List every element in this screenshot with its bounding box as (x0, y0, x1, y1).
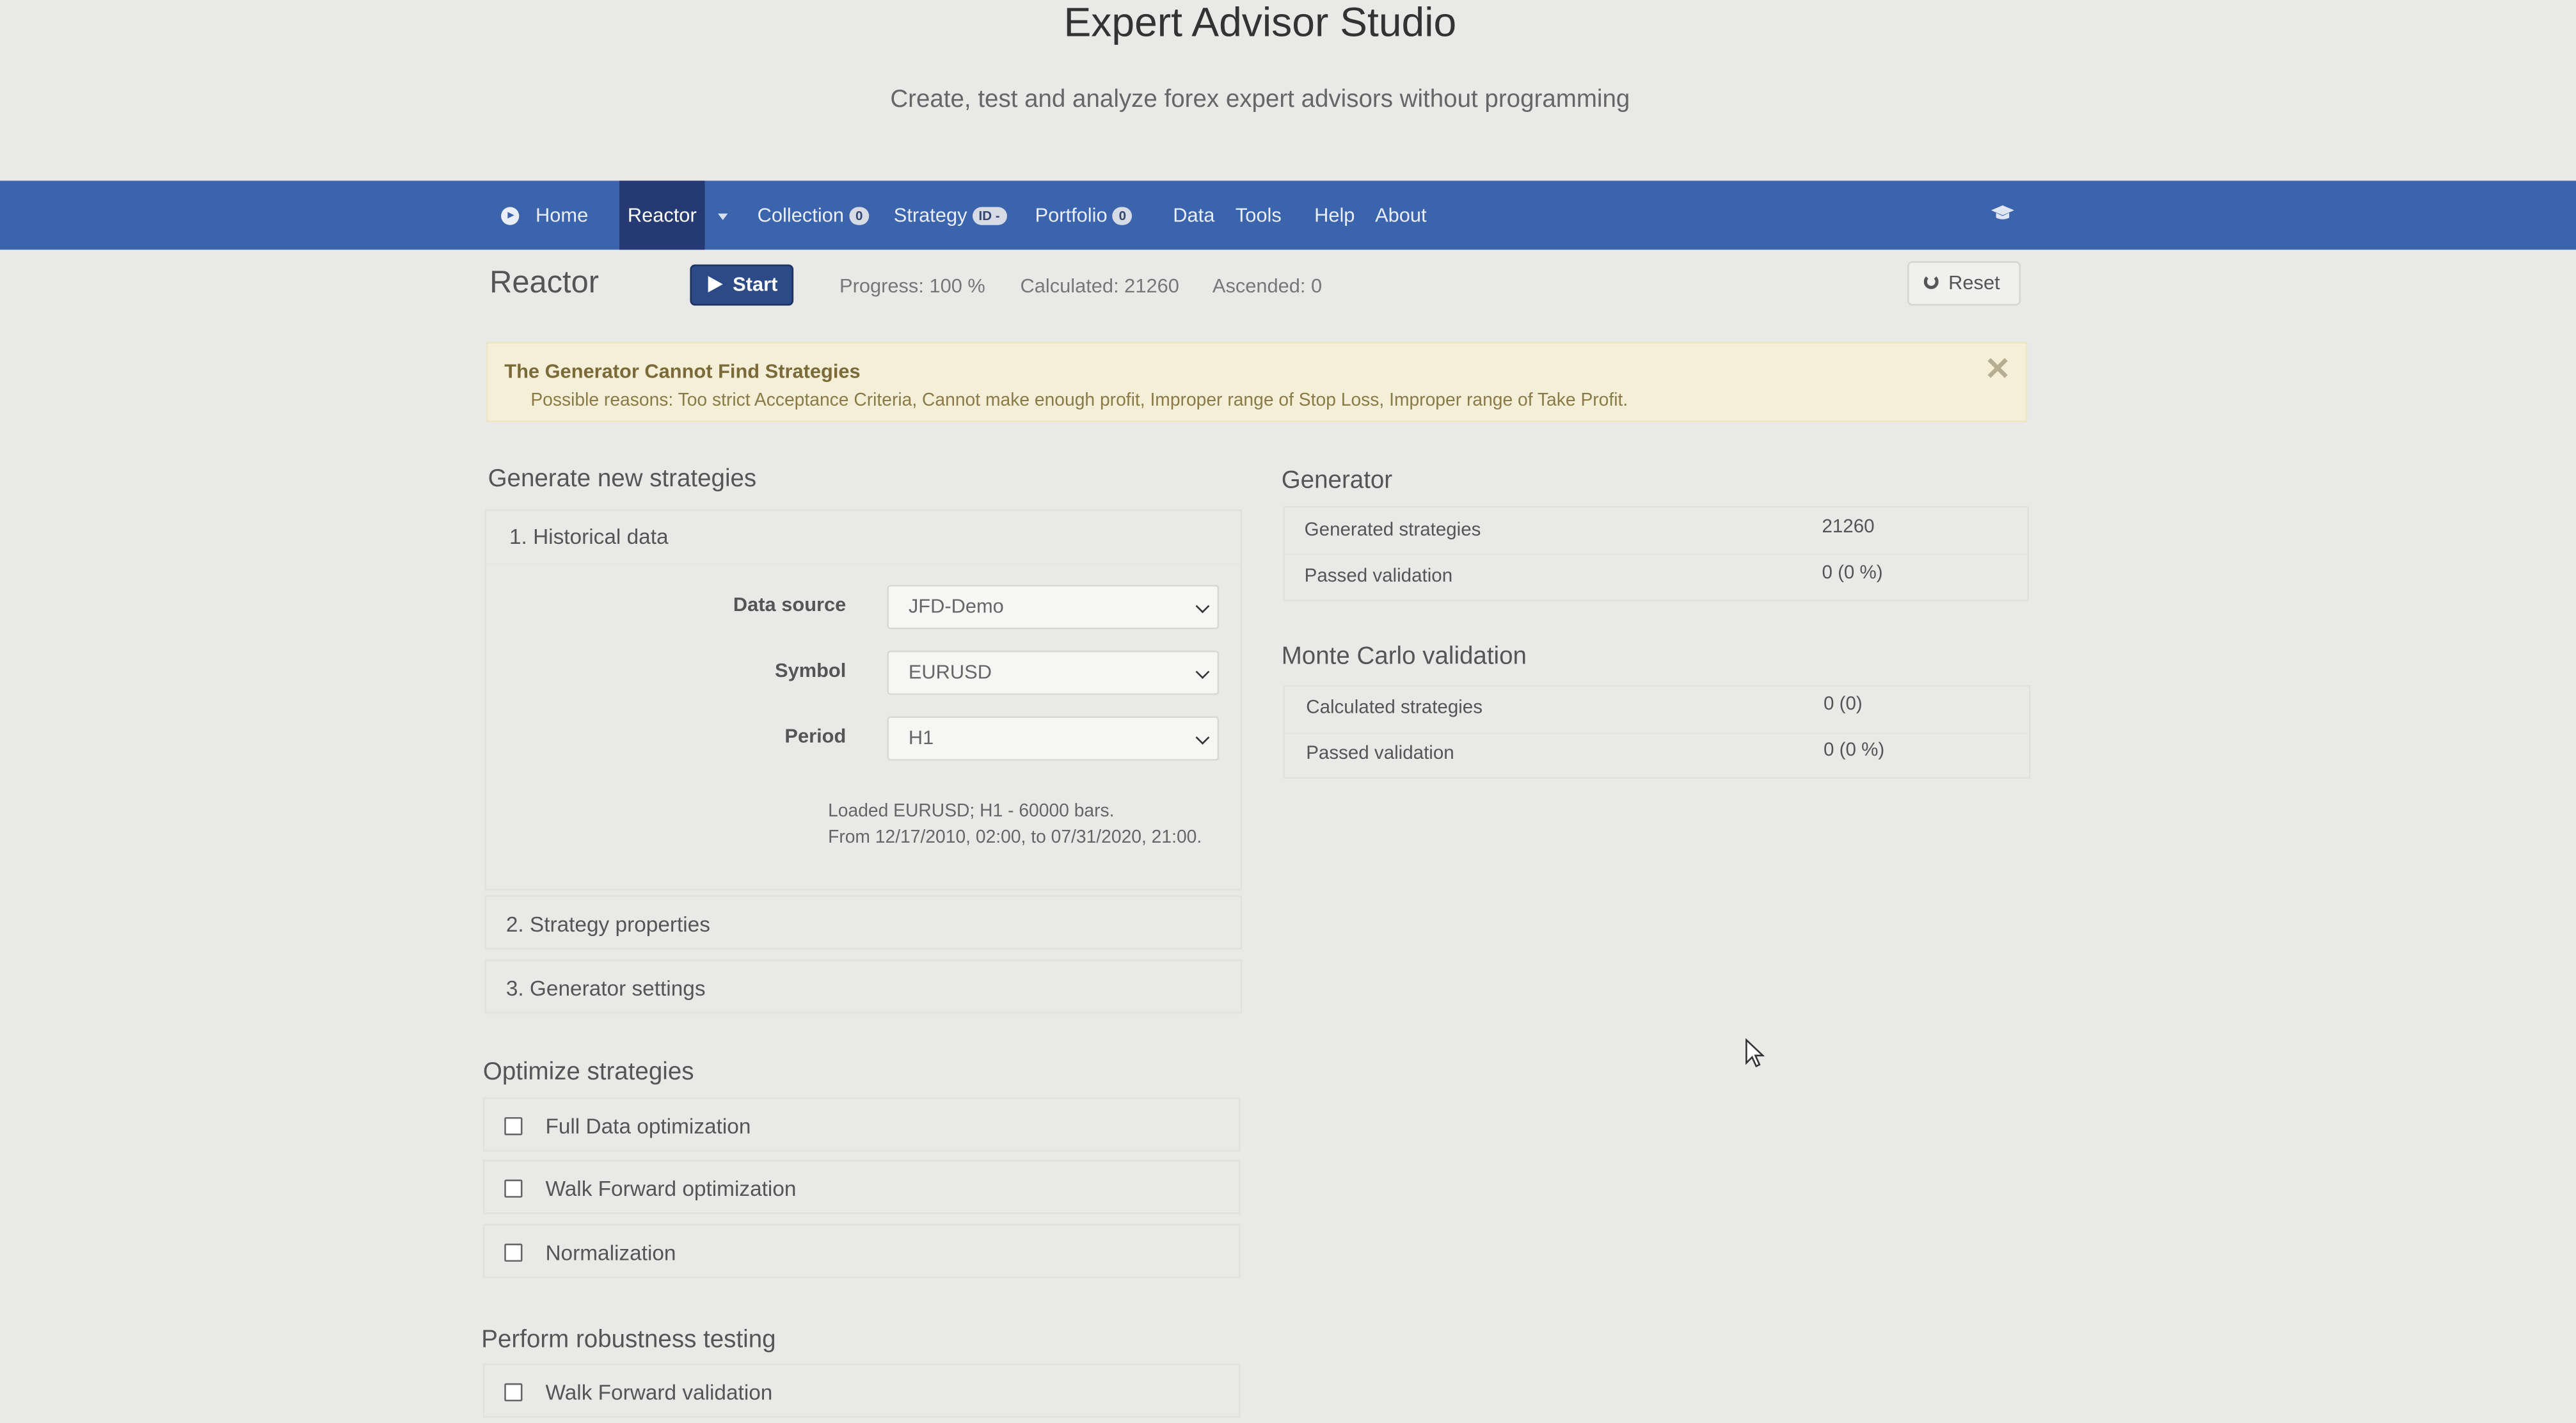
symbol-select[interactable]: EURUSD (887, 650, 1220, 696)
home-icon (501, 207, 520, 226)
robustness-section-title: Perform robustness testing (481, 1326, 776, 1354)
nav-home-label: Home (536, 203, 589, 227)
chevron-down-icon (1195, 730, 1210, 745)
generator-section-title: Generator (1281, 466, 1393, 495)
generator-settings-panel[interactable]: 3. Generator settings (484, 959, 1243, 1014)
warning-alert: The Generator Cannot Find Strategies Pos… (486, 342, 2028, 422)
checkbox-icon[interactable] (504, 1243, 523, 1262)
nav-reactor[interactable]: Reactor (619, 180, 705, 250)
row-divider (1284, 733, 2029, 735)
close-icon[interactable]: ✕ (1985, 355, 2011, 386)
nav-reactor-dropdown[interactable] (718, 180, 728, 250)
collection-count-badge: 0 (848, 207, 870, 226)
full-data-optimization-label: Full Data optimization (545, 1113, 751, 1139)
loaded-bars-text: Loaded EURUSD; H1 - 60000 bars. (828, 801, 1115, 822)
generated-strategies-label: Generated strategies (1304, 520, 1481, 541)
nav-help[interactable]: Help (1314, 180, 1355, 250)
reset-button[interactable]: Reset (1907, 261, 2021, 306)
portfolio-count-badge: 0 (1112, 207, 1133, 226)
optimize-section-title: Optimize strategies (482, 1058, 694, 1086)
monte-carlo-section-title: Monte Carlo validation (1281, 642, 1527, 671)
strategy-properties-title: 2. Strategy properties (505, 912, 710, 937)
normalization-label: Normalization (545, 1240, 676, 1266)
nav-data[interactable]: Data (1173, 180, 1214, 250)
reset-button-label: Reset (1948, 271, 2000, 294)
monte-carlo-passed-validation-value: 0 (0 %) (1824, 740, 1885, 761)
app-window: Expert Advisor Studio Create, test and a… (0, 0, 2576, 1423)
nav-portfolio-label: Portfolio (1035, 203, 1108, 227)
loaded-range-text: From 12/17/2010, 02:00, to 07/31/2020, 2… (828, 828, 1202, 848)
alert-title: The Generator Cannot Find Strategies (504, 360, 861, 383)
symbol-value: EURUSD (908, 660, 992, 684)
period-value: H1 (908, 726, 934, 749)
app-title: Expert Advisor Studio (1063, 0, 1457, 46)
period-label: Period (784, 724, 847, 748)
generate-section-title: Generate new strategies (488, 465, 757, 493)
app-subtitle: Create, test and analyze forex expert ad… (890, 85, 1630, 114)
checkbox-icon[interactable] (504, 1383, 523, 1402)
normalization-row[interactable]: Normalization (482, 1223, 1241, 1278)
walk-forward-optimization-label: Walk Forward optimization (545, 1176, 797, 1201)
generator-passed-validation-label: Passed validation (1304, 566, 1453, 587)
nav-tools[interactable]: Tools (1236, 180, 1282, 250)
strategy-id-badge: ID - (972, 207, 1006, 226)
data-source-select[interactable]: JFD-Demo (887, 585, 1220, 630)
checkbox-icon[interactable] (504, 1117, 523, 1136)
walk-forward-optimization-row[interactable]: Walk Forward optimization (482, 1159, 1241, 1214)
monte-carlo-passed-validation-label: Passed validation (1306, 744, 1454, 764)
historical-data-header[interactable]: 1. Historical data (486, 511, 1241, 566)
nav-strategy-label: Strategy (893, 203, 967, 227)
walk-forward-validation-row[interactable]: Walk Forward validation (482, 1363, 1241, 1418)
navbar: Home Reactor Collection 0 Strategy ID - Po… (0, 180, 2576, 250)
symbol-label: Symbol (775, 658, 847, 682)
nav-home[interactable]: Home (501, 180, 588, 250)
strategy-properties-panel[interactable]: 2. Strategy properties (484, 895, 1243, 950)
nav-about[interactable]: About (1375, 180, 1427, 250)
nav-strategy[interactable]: Strategy ID - (894, 180, 1006, 250)
nav-portfolio[interactable]: Portfolio 0 (1035, 180, 1133, 250)
page-title: Reactor (489, 266, 599, 301)
data-source-label: Data source (733, 592, 847, 616)
generator-settings-title: 3. Generator settings (505, 976, 706, 1001)
start-button-label: Start (733, 273, 778, 296)
start-button[interactable]: Start (690, 264, 794, 306)
full-data-optimization-row[interactable]: Full Data optimization (482, 1097, 1241, 1152)
refresh-icon (1923, 274, 1939, 290)
alert-message: Possible reasons: Too strict Acceptance … (530, 391, 1628, 411)
play-icon (708, 275, 723, 292)
walk-forward-validation-label: Walk Forward validation (545, 1379, 773, 1405)
calculated-strategies-label: Calculated strategies (1306, 698, 1483, 719)
nav-collection[interactable]: Collection 0 (758, 180, 870, 250)
mouse-cursor-icon (1745, 1038, 1765, 1068)
row-divider (1284, 553, 2028, 555)
checkbox-icon[interactable] (504, 1179, 523, 1198)
nav-collection-label: Collection (757, 203, 844, 227)
calculated-strategies-value: 0 (0) (1824, 695, 1863, 715)
chevron-down-icon (1195, 665, 1210, 680)
period-select[interactable]: H1 (887, 716, 1220, 761)
generated-strategies-value: 21260 (1822, 517, 1875, 537)
progress-status: Progress: 100 % (839, 274, 985, 298)
ascended-status: Ascended: 0 (1212, 274, 1323, 298)
data-source-value: JFD-Demo (908, 594, 1004, 618)
calculated-status: Calculated: 21260 (1020, 274, 1179, 298)
dropdown-caret-icon (718, 213, 728, 220)
graduation-cap-icon[interactable] (1991, 205, 2014, 222)
generator-passed-validation-value: 0 (0 %) (1822, 563, 1883, 584)
historical-data-title: 1. Historical data (509, 524, 669, 549)
chevron-down-icon (1195, 599, 1210, 614)
